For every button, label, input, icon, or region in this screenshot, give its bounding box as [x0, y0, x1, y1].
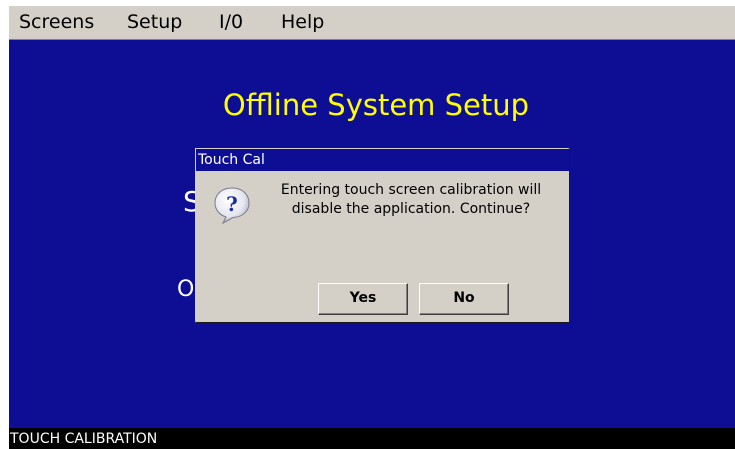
page-title: Offline System Setup — [222, 88, 530, 122]
confirm-dialog: Touch Cal ? Entering touch screen calibr… — [195, 148, 570, 323]
menu-screens[interactable]: Screens — [19, 11, 94, 33]
no-button[interactable]: No — [419, 283, 509, 315]
dialog-title: Touch Cal — [198, 152, 265, 168]
menu-io[interactable]: I/0 — [219, 11, 243, 33]
question-icon: ? — [214, 187, 250, 225]
menu-bar: Screens Setup I/0 Help — [9, 6, 735, 40]
svg-text:?: ? — [226, 192, 238, 216]
menu-setup[interactable]: Setup — [127, 11, 182, 33]
background-text-fragment: O — [177, 277, 195, 302]
menu-help[interactable]: Help — [281, 11, 324, 33]
dialog-message: Entering touch screen calibration will d… — [280, 182, 542, 217]
status-text: TOUCH CALIBRATION — [10, 431, 158, 447]
dialog-title-bar[interactable]: Touch Cal — [196, 149, 569, 171]
status-bar: TOUCH CALIBRATION — [9, 428, 735, 449]
yes-button[interactable]: Yes — [318, 283, 408, 315]
app-window: Screens Setup I/0 Help Offline System Se… — [9, 6, 735, 449]
dialog-body: ? Entering touch screen calibration will… — [196, 171, 569, 322]
